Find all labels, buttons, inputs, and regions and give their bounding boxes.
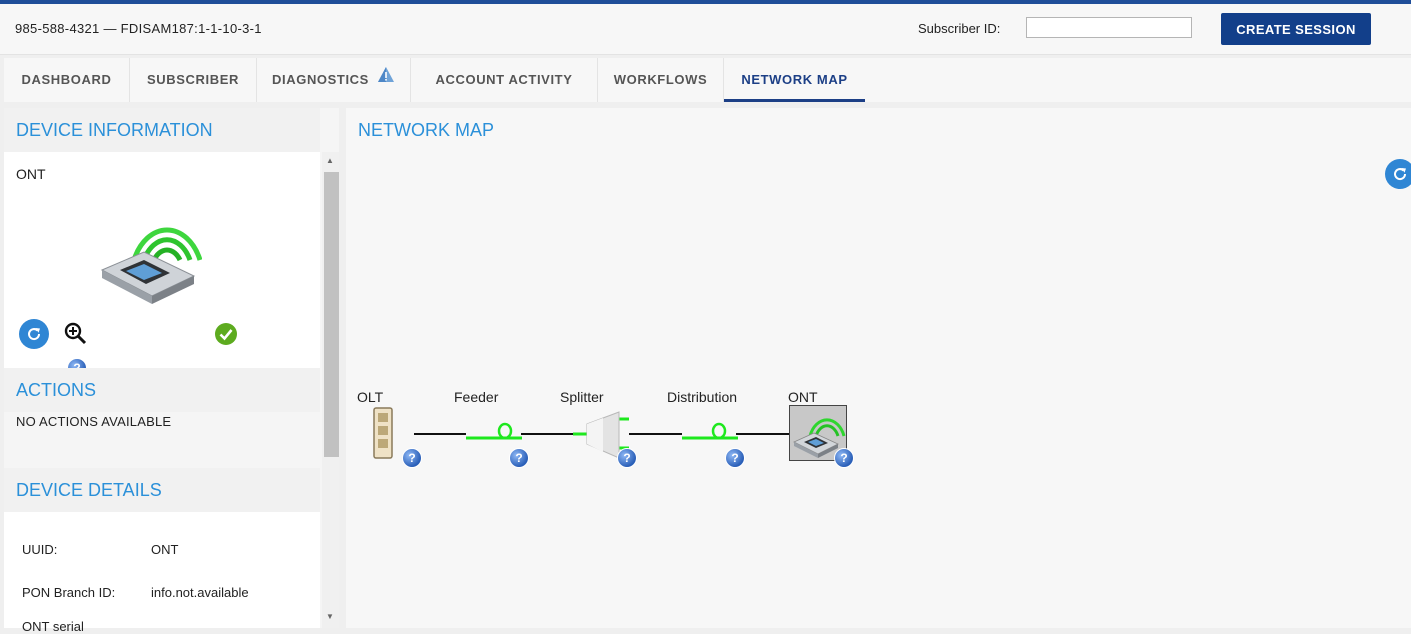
tab-network-map[interactable]: NETWORK MAP [724,58,865,102]
detail-value: ONT [151,542,179,557]
tab-subscriber[interactable]: SUBSCRIBER [130,58,257,102]
feeder-fiber-loop-icon[interactable] [464,421,524,443]
olt-icon[interactable] [372,406,394,461]
device-information-title: DEVICE INFORMATION [4,108,320,152]
subscriber-id-label: Subscriber ID: [918,21,1001,36]
subscriber-id-input[interactable] [1026,17,1192,38]
detail-label: UUID: [22,542,58,557]
network-map-panel: NETWORK MAP OLT ? Feeder ? Splitter ? Di… [346,108,1411,628]
subscriber-context: 985-588-4321 — FDISAM187:1-1-10-3-1 [15,21,262,36]
tab-label: SUBSCRIBER [147,72,239,87]
tab-label: ACCOUNT ACTIVITY [435,72,573,87]
refresh-device-button[interactable] [19,319,49,349]
detail-value: info.not.available [151,585,249,600]
device-details-body [4,512,320,628]
node-help-icon-splitter[interactable]: ? [617,448,637,468]
tab-account-activity[interactable]: ACCOUNT ACTIVITY [411,58,598,102]
header-bar: 985-588-4321 — FDISAM187:1-1-10-3-1 Subs… [0,4,1411,55]
refresh-icon [28,328,41,341]
warning-icon [377,57,395,101]
node-label-distribution: Distribution [667,389,738,405]
device-details-title: DEVICE DETAILS [4,468,320,512]
scroll-thumb[interactable] [324,172,339,457]
zoom-in-button[interactable] [63,321,89,347]
device-panel: DEVICE INFORMATION ONT ? ACTIONS NO ACTI… [4,108,339,634]
tab-label: NETWORK MAP [741,72,848,87]
node-help-icon-feeder[interactable]: ? [509,448,529,468]
tab-label: WORKFLOWS [613,72,708,87]
refresh-map-button[interactable] [1385,159,1411,189]
node-label-olt: OLT [357,389,384,405]
no-actions-text: NO ACTIONS AVAILABLE [16,414,172,429]
node-label-ont: ONT [788,389,818,405]
tab-diagnostics[interactable]: DIAGNOSTICS [257,58,411,102]
tab-workflows[interactable]: WORKFLOWS [598,58,724,102]
panel-scrollbar[interactable]: ▲ ▼ [322,152,339,628]
device-name: ONT [16,166,46,182]
scroll-down-icon[interactable]: ▼ [326,612,334,621]
detail-label: PON Branch ID: [22,585,116,600]
node-help-icon-distribution[interactable]: ? [725,448,745,468]
node-help-icon-ont[interactable]: ? [834,448,854,468]
tab-dashboard[interactable]: DASHBOARD [4,58,130,102]
node-label-feeder: Feeder [454,389,499,405]
ont-device-image [98,204,203,308]
refresh-icon [1394,168,1407,181]
actions-title: ACTIONS [4,368,320,412]
tab-label: DASHBOARD [21,72,112,87]
status-ok-icon [214,322,238,346]
node-label-splitter: Splitter [560,389,604,405]
zoom-in-icon [64,322,87,345]
node-help-icon-olt[interactable]: ? [402,448,422,468]
scroll-up-icon[interactable]: ▲ [326,156,334,165]
main-tabs: DASHBOARD SUBSCRIBER DIAGNOSTICS ACCOUNT… [4,58,1411,102]
tab-label: DIAGNOSTICS [272,72,369,87]
create-session-button[interactable]: CREATE SESSION [1221,13,1371,45]
distribution-fiber-loop-icon[interactable] [680,421,740,443]
detail-label: ONT serial [22,619,84,634]
